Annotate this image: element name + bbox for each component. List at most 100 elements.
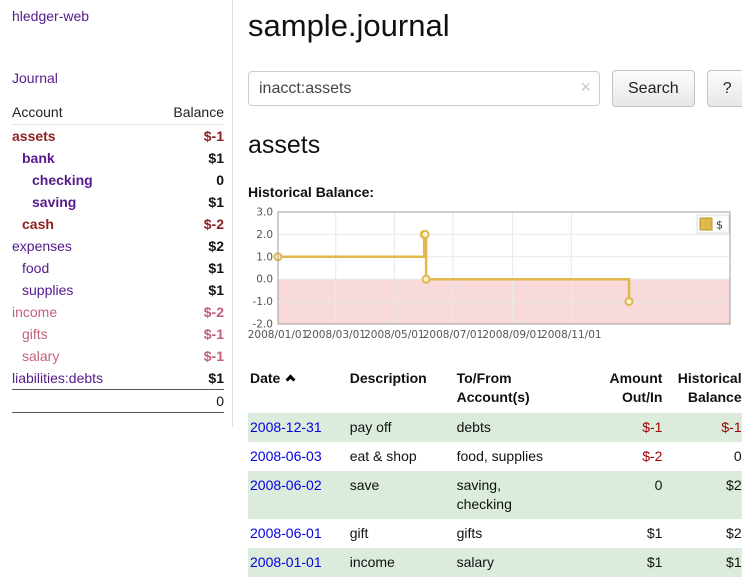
transaction-date-link[interactable]: 2008-12-31 <box>250 419 322 435</box>
transaction-date-link[interactable]: 2008-06-03 <box>250 448 322 464</box>
account-link-expenses[interactable]: expenses <box>12 238 72 254</box>
account-balance: 0 <box>148 169 224 191</box>
account-row: food $1 <box>12 257 224 279</box>
account-row: salary $-1 <box>12 345 224 367</box>
transaction-date-link[interactable]: 2008-06-02 <box>250 477 322 493</box>
account-balance: $2 <box>148 235 224 257</box>
main-content: sample.journal × Search ? assets Histori… <box>233 0 742 577</box>
transaction-row: 2008-06-03 eat & shop food, supplies $-2… <box>248 442 742 471</box>
account-row: supplies $1 <box>12 279 224 301</box>
help-button[interactable]: ? <box>707 70 742 107</box>
account-link-gifts[interactable]: gifts <box>22 326 48 342</box>
account-link-food[interactable]: food <box>22 260 49 276</box>
transaction-description: income <box>348 548 455 577</box>
column-header-date[interactable]: Date <box>248 367 348 413</box>
account-link-cash[interactable]: cash <box>22 216 54 232</box>
account-row: assets $-1 <box>12 125 224 148</box>
account-link-assets[interactable]: assets <box>12 128 56 144</box>
svg-text:0.0: 0.0 <box>256 274 273 286</box>
account-balance: $1 <box>148 257 224 279</box>
transaction-amount: $-2 <box>590 442 668 471</box>
account-link-salary[interactable]: salary <box>22 348 59 364</box>
account-balance: $-2 <box>148 301 224 323</box>
sort-ascending-icon <box>286 375 296 385</box>
account-link-saving[interactable]: saving <box>32 194 76 210</box>
account-balance: $1 <box>148 191 224 213</box>
register-table: Date Description To/From Account(s) Amou… <box>248 367 742 577</box>
accounts-header-balance: Balance <box>148 102 224 125</box>
accounts-table: Account Balance assets $-1 bank $1 check… <box>12 102 224 413</box>
journal-link[interactable]: Journal <box>12 70 224 86</box>
account-link-income[interactable]: income <box>12 304 57 320</box>
svg-text:2008/05/01: 2008/05/01 <box>364 329 425 341</box>
account-balance: $-1 <box>148 345 224 367</box>
account-link-supplies[interactable]: supplies <box>22 282 73 298</box>
transaction-description: gift <box>348 519 455 548</box>
account-heading: assets <box>248 131 742 160</box>
account-link-bank[interactable]: bank <box>22 150 55 166</box>
account-row: liabilities:debts $1 <box>12 367 224 390</box>
column-label-date: Date <box>250 370 280 386</box>
transaction-description: save <box>348 471 455 519</box>
transaction-date-link[interactable]: 2008-06-01 <box>250 525 322 541</box>
account-balance: $1 <box>148 147 224 169</box>
account-row: income $-2 <box>12 301 224 323</box>
data-point-marker <box>423 276 430 283</box>
transaction-description: pay off <box>348 413 455 442</box>
data-point-marker <box>626 298 633 305</box>
account-row: gifts $-1 <box>12 323 224 345</box>
svg-text:2.0: 2.0 <box>256 229 273 241</box>
app-window: hledger-web Journal Account Balance asse… <box>0 0 742 577</box>
accounts-total-spacer <box>12 390 148 413</box>
svg-text:1.0: 1.0 <box>256 251 273 263</box>
account-link-liabilities-debts[interactable]: liabilities:debts <box>12 370 103 386</box>
column-header-amount: Amount Out/In <box>590 367 668 413</box>
svg-text:-1.0: -1.0 <box>253 296 274 308</box>
transaction-amount: 0 <box>590 471 668 519</box>
transaction-balance: $2 <box>668 471 742 519</box>
legend-label: $ <box>716 219 723 232</box>
account-balance: $-1 <box>148 323 224 345</box>
transaction-balance: 0 <box>668 442 742 471</box>
account-row: expenses $2 <box>12 235 224 257</box>
account-balance: $-1 <box>148 125 224 148</box>
transaction-amount: $1 <box>590 548 668 577</box>
transaction-balance: $2 <box>668 519 742 548</box>
transaction-row: 2008-12-31 pay off debts $-1 $-1 <box>248 413 742 442</box>
legend-swatch <box>700 218 712 230</box>
sidebar: hledger-web Journal Account Balance asse… <box>0 0 233 427</box>
page-title: sample.journal <box>248 8 742 44</box>
transaction-row: 2008-06-02 save saving, checking 0 $2 <box>248 471 742 519</box>
transaction-row: 2008-06-01 gift gifts $1 $2 <box>248 519 742 548</box>
transaction-date-link[interactable]: 2008-01-01 <box>250 554 322 570</box>
transaction-accounts: gifts <box>455 519 591 548</box>
search-box: × <box>248 71 600 106</box>
accounts-total-row: 0 <box>12 390 224 413</box>
svg-text:3.0: 3.0 <box>256 207 273 219</box>
accounts-header-row: Account Balance <box>12 102 224 125</box>
column-header-historical-balance: Historical Balance <box>668 367 742 413</box>
transaction-accounts: saving, checking <box>455 471 591 519</box>
accounts-header-account: Account <box>12 102 148 125</box>
transaction-amount: $-1 <box>590 413 668 442</box>
column-header-description: Description <box>348 367 455 413</box>
transaction-accounts: food, supplies <box>455 442 591 471</box>
account-row: saving $1 <box>12 191 224 213</box>
historical-balance-chart: 3.02.01.00.0-1.0-2.02008/01/012008/03/01… <box>248 206 742 349</box>
search-input[interactable] <box>248 71 600 106</box>
search-button[interactable]: Search <box>612 70 695 107</box>
chart-svg: 3.02.01.00.0-1.0-2.02008/01/012008/03/01… <box>248 206 734 344</box>
account-row: bank $1 <box>12 147 224 169</box>
clear-search-icon[interactable]: × <box>580 77 591 98</box>
account-balance: $1 <box>148 367 224 390</box>
svg-text:2008/01/01: 2008/01/01 <box>248 329 308 341</box>
account-link-checking[interactable]: checking <box>32 172 93 188</box>
transaction-amount: $1 <box>590 519 668 548</box>
brand-link[interactable]: hledger-web <box>12 8 224 24</box>
svg-text:2008/09/01: 2008/09/01 <box>482 329 543 341</box>
svg-text:2008/03/01: 2008/03/01 <box>305 329 366 341</box>
register-header-row: Date Description To/From Account(s) Amou… <box>248 367 742 413</box>
transaction-row: 2008-01-01 income salary $1 $1 <box>248 548 742 577</box>
account-row: checking 0 <box>12 169 224 191</box>
column-header-accounts: To/From Account(s) <box>455 367 591 413</box>
